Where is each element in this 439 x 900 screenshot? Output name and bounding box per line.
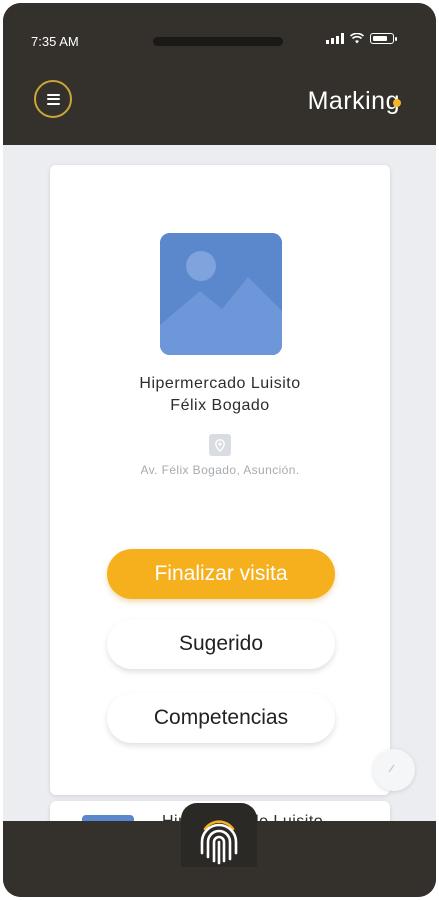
status-time: 7:35 AM: [31, 34, 79, 49]
menu-button[interactable]: [34, 80, 72, 118]
status-bar: 7:35 AM: [3, 3, 436, 73]
battery-icon: [370, 33, 397, 44]
image-placeholder-icon: [160, 233, 282, 355]
app-bar: Marking: [3, 73, 436, 145]
status-icons: [326, 33, 397, 44]
main-content[interactable]: Hipermercado Luisito Félix Bogado Av. Fé…: [3, 145, 436, 821]
finalize-visit-button[interactable]: Finalizar visita: [107, 549, 335, 599]
fingerprint-icon: [200, 820, 238, 865]
suggested-button[interactable]: Sugerido: [107, 619, 335, 669]
floating-action-button[interactable]: [373, 749, 415, 791]
store-card: Hipermercado Luisito Félix Bogado Av. Fé…: [50, 165, 390, 795]
competencies-button[interactable]: Competencias: [107, 693, 335, 743]
wifi-icon: [350, 33, 364, 44]
menu-icon: [46, 91, 60, 107]
brand-text: Marking: [307, 87, 400, 115]
location-pin-icon: [215, 438, 225, 452]
chevron-icon: [388, 764, 395, 773]
brand-logo: Marking: [307, 87, 401, 116]
signal-icon: [326, 33, 344, 44]
store-name-line1: Hipermercado Luisito: [139, 375, 301, 392]
store-name-line2: Félix Bogado: [170, 397, 270, 414]
speaker-notch: [153, 37, 283, 46]
store-address: Av. Félix Bogado, Asunción.: [140, 463, 300, 477]
store-image: [160, 233, 282, 355]
brand-dot: [393, 99, 401, 107]
phone-screen: 7:35 AM Marking Hipermercado Luisito Fél…: [3, 3, 436, 897]
location-button[interactable]: [209, 434, 231, 456]
store-name: Hipermercado Luisito Félix Bogado: [50, 373, 390, 417]
